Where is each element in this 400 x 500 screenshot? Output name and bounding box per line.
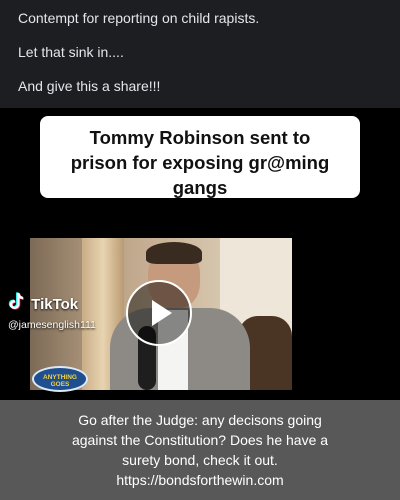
overlay-line-1: Go after the Judge: any decisons going — [78, 412, 322, 428]
caption-line-1: Tommy Robinson sent to — [89, 127, 311, 148]
tiktok-watermark: TikTok — [8, 292, 128, 316]
overlay-comment: Go after the Judge: any decisons going a… — [0, 400, 400, 500]
person-hair — [146, 242, 202, 264]
play-button[interactable] — [126, 280, 192, 346]
post-text: Contempt for reporting on child rapists.… — [0, 0, 400, 108]
show-logo: ANYTHING GOES — [32, 366, 88, 392]
overlay-line-2: against the Constitution? Does he have a — [71, 432, 329, 448]
overlay-line-3: surety bond, check it out. — [122, 452, 278, 468]
caption-line-2: prison for exposing gr@ming — [70, 152, 330, 173]
play-icon — [152, 300, 172, 326]
post-line-3: And give this a share!!! — [18, 78, 161, 94]
video-caption: Tommy Robinson sent to prison for exposi… — [40, 116, 360, 198]
tiktok-icon — [8, 292, 24, 318]
post-line-1: Contempt for reporting on child rapists. — [18, 10, 260, 26]
caption-line-3: gangs — [172, 177, 228, 198]
tiktok-label: TikTok — [31, 296, 79, 313]
show-logo-text: ANYTHING GOES — [43, 374, 77, 388]
post-line-2: Let that sink in.... — [18, 44, 124, 60]
overlay-link[interactable]: https://bondsforthewin.com — [18, 470, 382, 490]
